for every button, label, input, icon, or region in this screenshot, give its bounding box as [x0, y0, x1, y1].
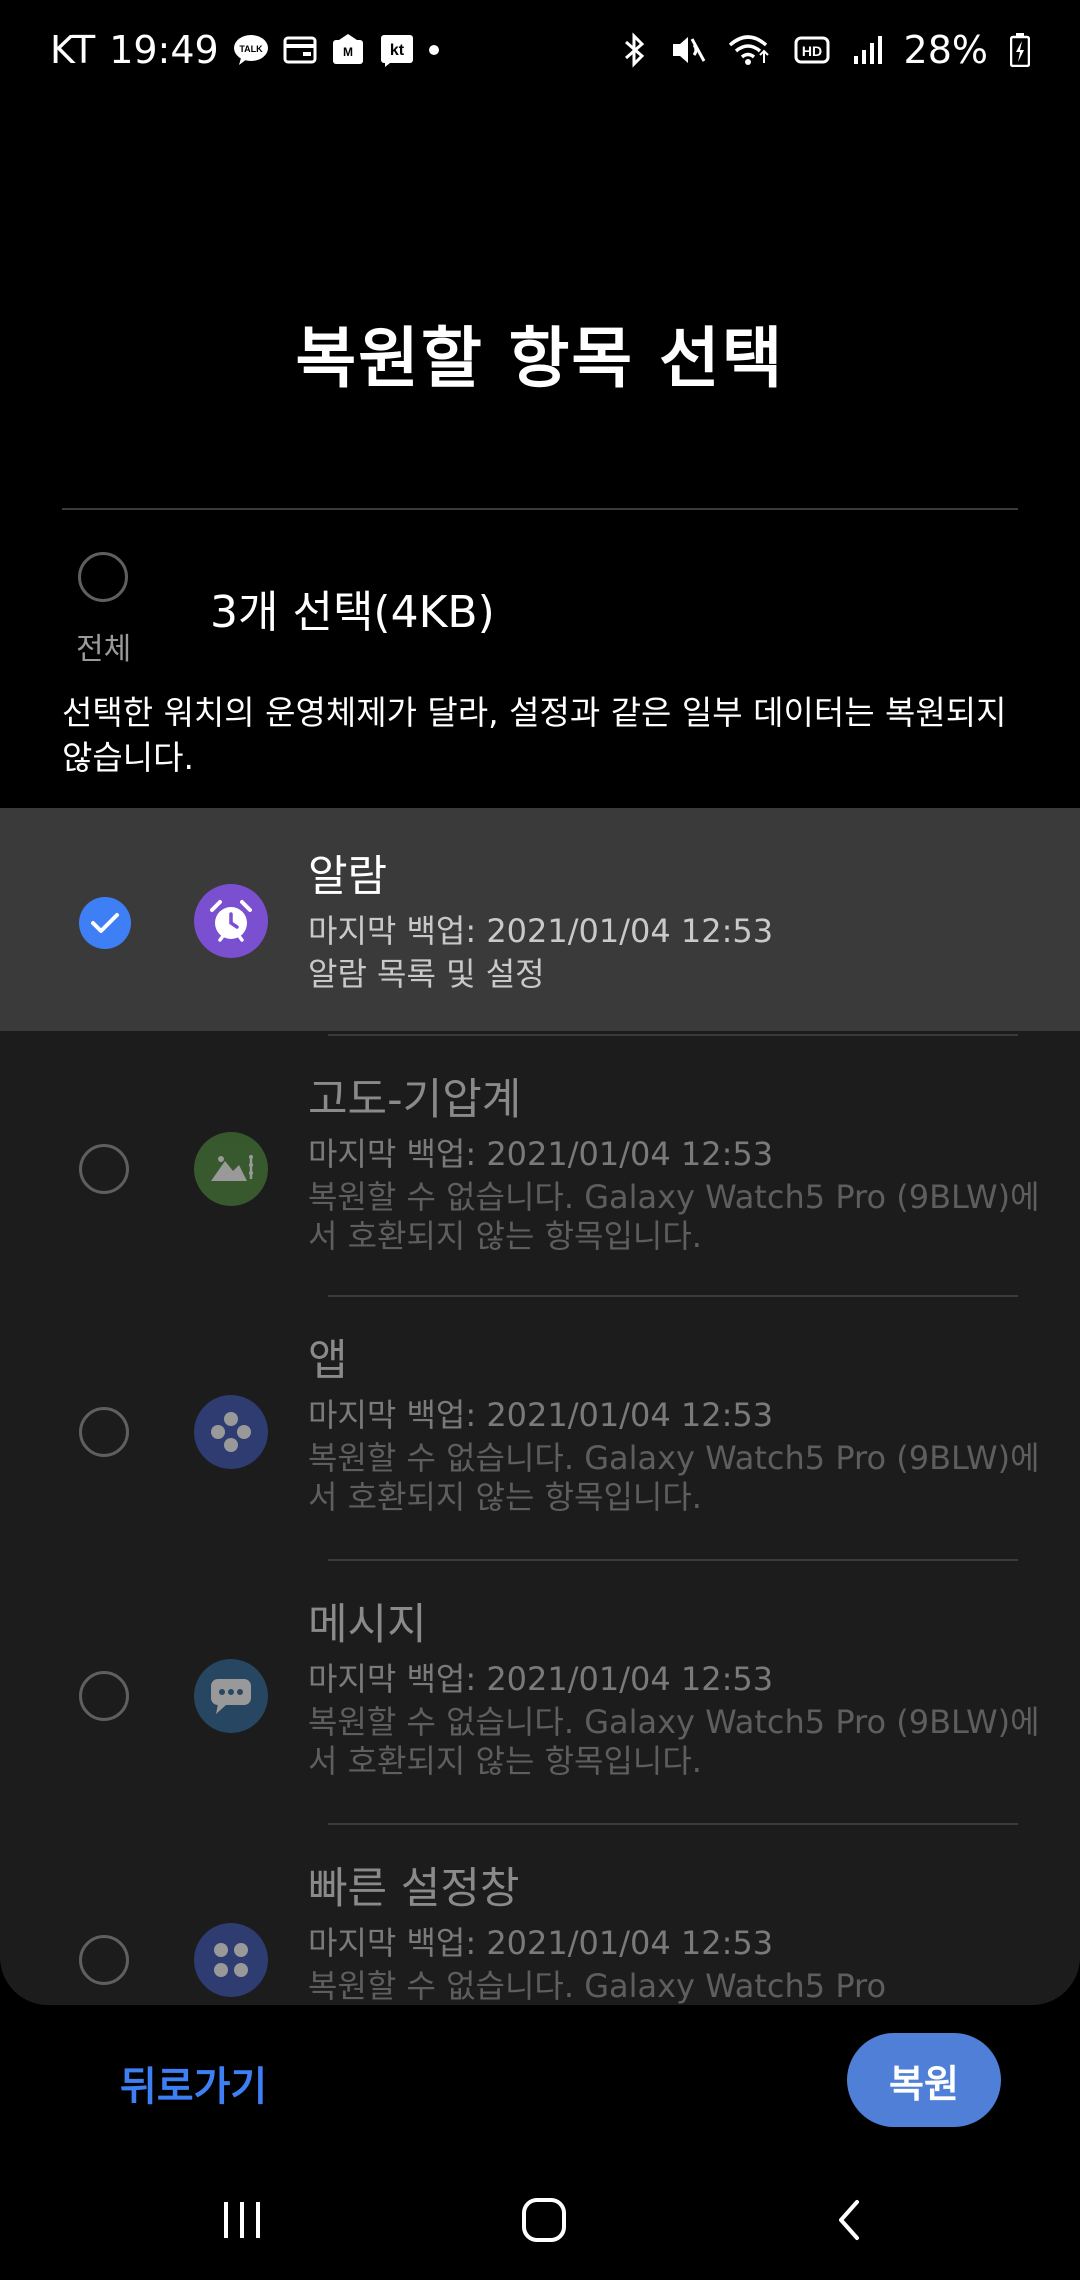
svg-text:kt: kt: [390, 42, 405, 59]
apps-icon: [194, 1395, 268, 1469]
clock: 19:49: [109, 28, 219, 72]
item-name: 앱: [308, 1336, 348, 1386]
svg-text:TALK: TALK: [239, 44, 263, 54]
hd-icon: HD: [794, 35, 830, 65]
item-radio[interactable]: [79, 1144, 129, 1194]
list-item-barometer[interactable]: 고도-기압계 마지막 백업: 2021/01/04 12:53 복원할 수 없습…: [0, 1036, 1080, 1300]
list-item-quick-settings[interactable]: 빠른 설정창 마지막 백업: 2021/01/04 12:53 복원할 수 없습…: [0, 1825, 1080, 2005]
kt-icon: kt: [379, 33, 415, 67]
item-radio[interactable]: [79, 1935, 129, 1985]
status-bar-right: HD 28%: [622, 28, 1030, 72]
check-icon: [91, 913, 119, 933]
talk-icon: TALK: [233, 34, 269, 66]
notification-dot: [428, 45, 439, 55]
barometer-icon: [194, 1132, 268, 1206]
list-item-messages[interactable]: 메시지 마지막 백업: 2021/01/04 12:53 복원할 수 없습니다.…: [0, 1561, 1080, 1825]
restore-button[interactable]: 복원: [847, 2033, 1001, 2127]
home-button[interactable]: [504, 2190, 584, 2250]
message-icon: [194, 1659, 268, 1733]
svg-text:HD: HD: [801, 43, 821, 59]
mail-icon: M: [331, 34, 365, 66]
battery-icon: [1010, 33, 1030, 67]
item-name: 메시지: [308, 1600, 427, 1650]
recent-apps-button[interactable]: [202, 2190, 282, 2250]
compatibility-notice: 선택한 워치의 운영체제가 달라, 설정과 같은 일부 데이터는 복원되지 않습…: [62, 693, 1007, 777]
navigation-bar: [0, 2160, 1080, 2280]
select-all-label: 전체: [76, 632, 132, 667]
item-checkbox-checked[interactable]: [79, 897, 131, 949]
list-item-apps[interactable]: 앱 마지막 백업: 2021/01/04 12:53 복원할 수 없습니다. G…: [0, 1297, 1080, 1561]
item-last-backup: 마지막 백업: 2021/01/04 12:53: [308, 1660, 774, 1698]
select-all-radio[interactable]: [78, 552, 128, 602]
selection-summary: 3개 선택(4KB): [210, 587, 495, 638]
divider: [62, 508, 1018, 510]
recent-apps-icon: [224, 2202, 260, 2238]
alarm-icon: [194, 884, 268, 958]
item-last-backup: 마지막 백업: 2021/01/04 12:53: [308, 1135, 774, 1173]
item-text: 알람 마지막 백업: 2021/01/04 12:53 알람 목록 및 설정: [308, 849, 1040, 994]
wifi-icon: [728, 33, 772, 67]
back-button[interactable]: 뒤로가기: [120, 2054, 267, 2112]
item-last-backup: 마지막 백업: 2021/01/04 12:53: [308, 1924, 774, 1962]
wallet-icon: [283, 35, 317, 65]
carrier-label: KT: [50, 28, 96, 72]
svg-text:M: M: [343, 45, 353, 59]
select-all-row[interactable]: 전체 3개 선택(4KB): [62, 540, 1018, 680]
quick-settings-icon: [194, 1923, 268, 1997]
item-name: 고도-기압계: [308, 1075, 522, 1125]
item-radio[interactable]: [79, 1407, 129, 1457]
item-radio[interactable]: [79, 1671, 129, 1721]
home-icon: [522, 2198, 566, 2242]
item-description: 복원할 수 없습니다. Galaxy Watch5 Pro: [308, 1967, 887, 2005]
item-description: 복원할 수 없습니다. Galaxy Watch5 Pro (9BLW)에서 호…: [308, 1703, 1040, 1780]
mute-icon: [670, 33, 706, 67]
page-title: 복원할 항목 선택: [295, 320, 785, 397]
item-name: 알람: [308, 852, 388, 902]
item-text: 앱 마지막 백업: 2021/01/04 12:53 복원할 수 없습니다. G…: [308, 1333, 1040, 1517]
back-icon: [839, 2200, 859, 2240]
item-name: 빠른 설정창: [308, 1864, 520, 1914]
item-description: 복원할 수 없습니다. Galaxy Watch5 Pro (9BLW)에서 호…: [308, 1439, 1040, 1516]
restore-items-list[interactable]: 알람 마지막 백업: 2021/01/04 12:53 알람 목록 및 설정 고…: [0, 808, 1080, 2005]
item-description: 복원할 수 없습니다. Galaxy Watch5 Pro (9BLW)에서 호…: [308, 1178, 1040, 1255]
status-bar: KT 19:49 TALK M kt HD 28%: [0, 0, 1080, 110]
bluetooth-icon: [622, 32, 648, 68]
battery-percent: 28%: [903, 28, 988, 72]
item-last-backup: 마지막 백업: 2021/01/04 12:53: [308, 1396, 774, 1434]
item-text: 빠른 설정창 마지막 백업: 2021/01/04 12:53 복원할 수 없습…: [308, 1861, 1040, 2005]
item-last-backup: 마지막 백업: 2021/01/04 12:53: [308, 912, 774, 950]
signal-icon: [852, 34, 882, 66]
item-text: 메시지 마지막 백업: 2021/01/04 12:53 복원할 수 없습니다.…: [308, 1597, 1040, 1781]
item-text: 고도-기압계 마지막 백업: 2021/01/04 12:53 복원할 수 없습…: [308, 1072, 1040, 1256]
status-bar-left: KT 19:49 TALK M kt: [50, 28, 439, 72]
item-description: 알람 목록 및 설정: [308, 955, 545, 993]
back-nav-button[interactable]: [808, 2190, 888, 2250]
list-item-alarm[interactable]: 알람 마지막 백업: 2021/01/04 12:53 알람 목록 및 설정: [0, 811, 1080, 1031]
